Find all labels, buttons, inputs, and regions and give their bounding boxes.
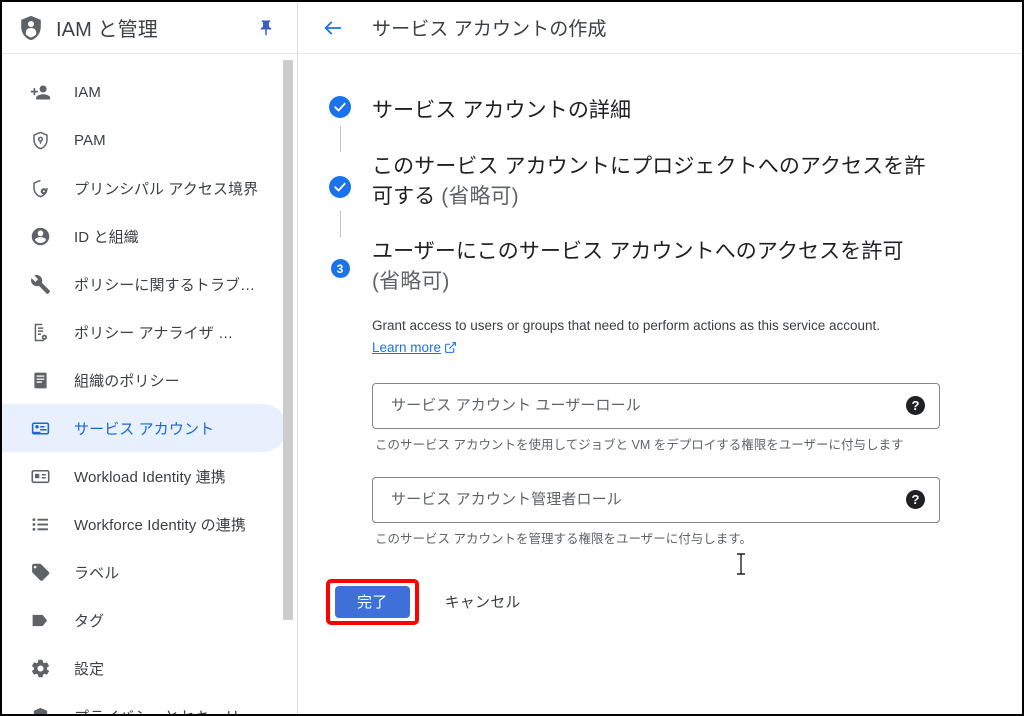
done-button[interactable]: 完了 (335, 585, 410, 618)
step-2-title: このサービス アカウントにプロジェクトへのアクセスを許可する (省略可) (372, 152, 932, 212)
brand-title: IAM と管理 (56, 19, 158, 41)
sidebar-item-2[interactable]: プリンシパル アクセス境界 (2, 164, 287, 212)
sidebar-item-label: ポリシー アナライザ … (74, 324, 234, 342)
service-account-icon (28, 416, 52, 440)
person-add-icon (28, 80, 52, 104)
sidebar-item-label: サービス アカウント (74, 420, 215, 438)
step-3-body: ユーザーにこのサービス アカウントへのアクセスを許可 (省略可) Grant a… (354, 237, 1022, 548)
shield-icon (28, 704, 52, 714)
check-circle-icon (329, 175, 351, 198)
sidebar-item-label: IAM (74, 83, 101, 101)
label-icon (28, 560, 52, 584)
step-1[interactable]: サービス アカウントの詳細 (298, 96, 1022, 126)
step-3-description: Grant access to users or groups that nee… (372, 315, 897, 361)
sidebar-item-label: 設定 (74, 660, 105, 678)
sidebar-item-label: Workforce Identity の連携 (74, 516, 246, 534)
done-button-highlight: 完了 (326, 578, 419, 625)
service-account-user-role-field[interactable]: ? (372, 382, 940, 429)
sidebar-nav: IAM PAM プリンシパル アクセス境界 ID と組織ポリシーに関するトラブ… ポリシ… (2, 54, 297, 714)
sidebar-item-0[interactable]: IAM (2, 68, 287, 116)
gear-icon (28, 656, 52, 680)
step-3-optional: (省略可) (372, 270, 450, 294)
sidebar-item-1[interactable]: PAM (2, 116, 287, 164)
service-account-admin-role-field[interactable]: ? (372, 476, 940, 523)
arrow-left-icon[interactable] (320, 15, 346, 41)
admin-role-field-block: ? このサービス アカウントを管理する権限をユーザーに付与します。 (372, 476, 992, 549)
service-account-admin-role-input[interactable] (389, 490, 898, 510)
step-list: サービス アカウントの詳細 このサービス アカウントにプロジェクトへのアクセスを… (298, 54, 1022, 625)
learn-more-link[interactable]: Learn more (372, 340, 441, 355)
step-3-title: ユーザーにこのサービス アカウントへのアクセスを許可 (省略可) (372, 237, 932, 297)
step-3-title-text: ユーザーにこのサービス アカウントへのアクセスを許可 (372, 240, 904, 264)
cancel-button[interactable]: キャンセル (445, 591, 521, 612)
step-connector-2 (298, 211, 354, 238)
sidebar-item-label: 組織のポリシー (74, 372, 180, 390)
action-bar: 完了 キャンセル (298, 578, 1022, 625)
step-2-optional: (省略可) (441, 184, 519, 208)
sidebar-item-label: プライバシーとセキュリ… (74, 706, 255, 715)
sidebar-item-label: タグ (74, 612, 105, 630)
sidebar-item-9[interactable]: Workforce Identity の連携 (2, 500, 287, 548)
step-connector-1 (298, 125, 354, 152)
sidebar-item-5[interactable]: ポリシー アナライザ … (2, 308, 287, 356)
sidebar-scrollbar-thumb[interactable] (283, 60, 293, 620)
step-1-body: サービス アカウントの詳細 (354, 96, 1022, 126)
sidebar-item-label: Workload Identity 連携 (74, 468, 226, 486)
sidebar-item-6[interactable]: 組織のポリシー (2, 356, 287, 404)
pin-icon[interactable] (253, 15, 279, 41)
tag-icon (28, 608, 52, 632)
sidebar-item-7[interactable]: サービス アカウント (2, 404, 287, 452)
open-in-new-icon[interactable] (444, 339, 457, 361)
user-role-hint: このサービス アカウントを使用してジョブと VM をデプロイする権限をユーザーに… (375, 437, 904, 452)
page-title: サービス アカウントの作成 (372, 19, 607, 40)
shield-lock-icon (28, 176, 52, 200)
sidebar-item-4[interactable]: ポリシーに関するトラブ… (2, 260, 287, 308)
step-3-marker: 3 (326, 237, 354, 279)
description-text: Grant access to users or groups that nee… (372, 318, 880, 334)
sidebar-item-label: PAM (74, 131, 106, 149)
sidebar-item-10[interactable]: ラベル (2, 548, 287, 596)
wrench-icon (28, 272, 52, 296)
step-2-body: このサービス アカウントにプロジェクトへのアクセスを許可する (省略可) (354, 152, 1022, 212)
badge-icon (28, 464, 52, 488)
sidebar-item-label: ID と組織 (74, 228, 139, 246)
step-2[interactable]: このサービス アカウントにプロジェクトへのアクセスを許可する (省略可) (298, 152, 1022, 212)
help-icon[interactable]: ? (906, 396, 925, 416)
sidebar-item-12[interactable]: 設定 (2, 644, 287, 692)
sidebar-item-label: ポリシーに関するトラブ… (74, 276, 256, 294)
sidebar-item-11[interactable]: タグ (2, 596, 287, 644)
document-search-icon (28, 320, 52, 344)
shield-person-icon (16, 13, 46, 43)
sidebar-scrollbar-track[interactable] (283, 57, 295, 714)
sidebar-item-label: プリンシパル アクセス境界 (74, 180, 259, 198)
shield-key-icon (28, 128, 52, 152)
step-1-marker (326, 96, 354, 118)
list-document-icon (28, 368, 52, 392)
sidebar-header: IAM と管理 (2, 2, 297, 54)
sidebar-item-3[interactable]: ID と組織 (2, 212, 287, 260)
sidebar: IAM と管理 IAM PAM プリンシパル アクセス境界 ID と組織ポリシーに関す… (2, 2, 298, 714)
user-role-field-block: ? このサービス アカウントを使用してジョブと VM をデプロイする権限をユーザ… (372, 382, 992, 455)
step-number-badge: 3 (330, 259, 350, 279)
sidebar-item-label: ラベル (74, 564, 120, 582)
account-circle-icon (28, 224, 52, 248)
list-icon (28, 512, 52, 536)
step-2-marker (326, 152, 354, 198)
step-1-title: サービス アカウントの詳細 (372, 99, 632, 122)
step-3: 3 ユーザーにこのサービス アカウントへのアクセスを許可 (省略可) Grant… (298, 237, 1022, 548)
main-content: サービス アカウントの作成 サービス アカウントの詳細 このサービス アカウント… (298, 2, 1022, 714)
main-header: サービス アカウントの作成 (298, 2, 1022, 54)
service-account-user-role-input[interactable] (389, 396, 898, 416)
admin-role-hint: このサービス アカウントを管理する権限をユーザーに付与します。 (375, 531, 752, 546)
app-window: IAM と管理 IAM PAM プリンシパル アクセス境界 ID と組織ポリシーに関す… (0, 0, 1024, 716)
check-circle-icon (329, 96, 351, 118)
help-icon[interactable]: ? (906, 490, 925, 510)
sidebar-item-8[interactable]: Workload Identity 連携 (2, 452, 287, 500)
sidebar-item-13[interactable]: プライバシーとセキュリ… (2, 692, 287, 714)
